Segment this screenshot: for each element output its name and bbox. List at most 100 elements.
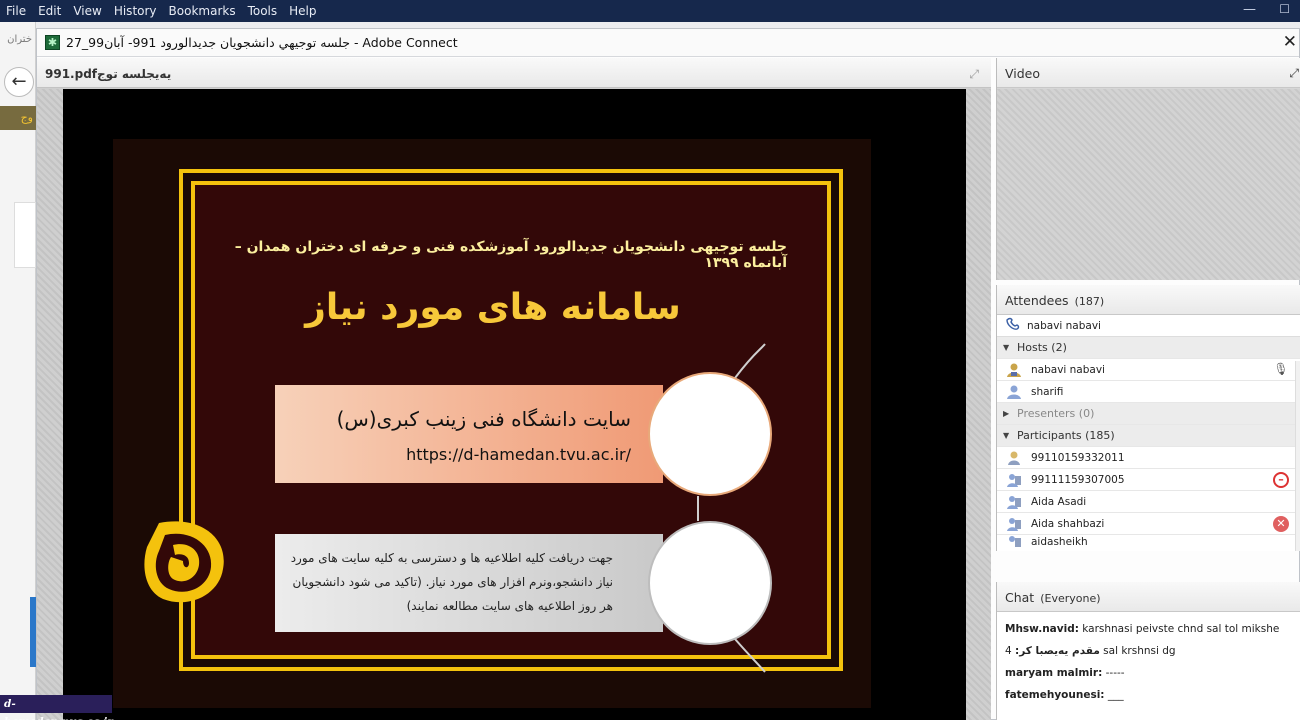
chat-message: maryam malmir: ----- <box>1005 664 1293 686</box>
group-presenters-label: Presenters (0) <box>1017 407 1095 420</box>
window-titlebar: ✱ جلسه توجيهي دانشجويان جديدالورود 991- … <box>37 29 1299 57</box>
participant-row[interactable]: Aida Asadi <box>997 491 1300 513</box>
chat-pod-header: Chat (Everyone) <box>997 582 1300 612</box>
menu-tools[interactable]: Tools <box>242 4 284 18</box>
window-title: جلسه توجيهي دانشجويان جديدالورود 991- آب… <box>66 35 458 50</box>
menu-edit[interactable]: Edit <box>32 4 67 18</box>
fullscreen-icon[interactable]: ⤢ <box>969 67 979 82</box>
attendee-row[interactable]: nabavi nabavi 🎙 <box>997 359 1300 381</box>
slide-subtitle: جلسه توجیهی دانشجویان جدیدالورود آموزشکد… <box>234 239 787 271</box>
slide-box-website-title: سایت دانشگاه فنی زینب کبری(س) <box>336 407 631 431</box>
share-pod: 991.pdfیه‌یجلسه توج ⤢ جلسه توجیهی دانشجو… <box>37 58 991 720</box>
slide-circle-top <box>648 372 772 496</box>
attendees-count: (187) <box>1074 295 1105 308</box>
slide-box-website-url: https://d-hamedan.tvu.ac.ir/ <box>406 445 631 464</box>
host-user-icon <box>1005 362 1023 378</box>
participant-user-icon <box>1005 472 1023 488</box>
university-logo <box>144 521 224 603</box>
attendee-name: sharifi <box>1031 385 1064 398</box>
menu-history[interactable]: History <box>108 4 163 18</box>
participant-user-icon <box>1005 450 1023 466</box>
menu-file[interactable]: File <box>0 4 32 18</box>
site-watermark: d-hamedan.nus.ac.ir <box>0 695 113 720</box>
chat-pod: Chat (Everyone) Mhsw.navid: karshnasi pei… <box>996 582 1300 720</box>
chat-sender: fatemehyounesi: <box>1005 689 1105 701</box>
away-status-icon: – <box>1273 472 1289 488</box>
adobe-connect-app-icon: ✱ <box>45 35 60 50</box>
participant-row[interactable]: aidasheikh <box>997 535 1300 549</box>
host-user-icon <box>1005 384 1023 400</box>
participant-name: Aida Asadi <box>1031 495 1087 508</box>
chat-message: Mhsw.navid: karshnasi peivste chnd sal t… <box>1005 620 1293 642</box>
attendees-title-text: Attendees <box>1005 293 1069 308</box>
collapse-arrow-icon: ▼ <box>1003 431 1010 440</box>
chat-text: ___ <box>1104 689 1124 701</box>
menu-bookmarks[interactable]: Bookmarks <box>163 4 242 18</box>
background-browser-page: ختران ← وج <box>0 22 36 720</box>
participant-name: Aida shahbazi <box>1031 517 1105 530</box>
phone-icon <box>1005 317 1021 334</box>
background-nav-fragment: وج <box>0 106 36 130</box>
minimize-icon[interactable]: — <box>1243 2 1256 17</box>
background-card <box>14 202 36 268</box>
chat-scope[interactable]: (Everyone) <box>1040 592 1100 605</box>
chat-pod-title: Chat (Everyone) <box>1005 590 1101 605</box>
attendee-row[interactable]: sharifi <box>997 381 1300 403</box>
disagree-status-icon: ✕ <box>1273 516 1289 532</box>
menu-view[interactable]: View <box>67 4 107 18</box>
share-pod-header: 991.pdfیه‌یجلسه توج ⤢ <box>37 58 991 88</box>
slide-box-description: جهت دریافت کلیه اطلاعیه ها و دسترسی به ک… <box>275 534 663 632</box>
share-pod-title: 991.pdfیه‌یجلسه توج <box>45 67 172 81</box>
chat-text: ----- <box>1102 667 1125 679</box>
group-presenters[interactable]: ▶ Presenters (0) <box>997 403 1300 425</box>
my-status-row[interactable]: nabavi nabavi <box>997 315 1300 337</box>
back-arrow-icon[interactable]: ← <box>4 67 34 97</box>
attendees-pod: Attendees (187) nabavi nabavi ▼ Hosts (2)… <box>996 285 1300 551</box>
attendees-pod-title: Attendees (187) <box>1005 293 1104 308</box>
chat-message: مقدم یه‌یصبا کر: 4 sal krshnsi dg <box>1005 642 1293 664</box>
group-participants-label: Participants (185) <box>1017 429 1115 442</box>
fullscreen-icon[interactable]: ⤢ <box>1289 66 1299 81</box>
chat-text: karshnasi peivste chnd sal tol mikshe <box>1078 623 1280 635</box>
expand-arrow-icon: ▶ <box>1003 409 1010 418</box>
slide-box-description-text: جهت دریافت کلیه اطلاعیه ها و دسترسی به ک… <box>290 551 613 613</box>
participant-name: aidasheikh <box>1031 536 1088 548</box>
video-area <box>997 89 1300 280</box>
participant-user-icon <box>1005 494 1023 510</box>
chat-sender: مقدم یه‌یصبا کر: <box>1015 645 1100 657</box>
participant-user-icon <box>1005 535 1023 549</box>
slide-circle-bottom <box>648 521 772 645</box>
video-pod-title: Video <box>1005 66 1041 81</box>
participant-name: 99111159307005 <box>1031 473 1125 486</box>
participant-name: 99110159332011 <box>1031 451 1125 464</box>
browser-menubar: File Edit View History Bookmarks Tools H… <box>0 0 1300 22</box>
my-name: nabavi nabavi <box>1027 319 1101 332</box>
background-tab-fragment: ختران <box>7 34 32 45</box>
attendee-name: nabavi nabavi <box>1031 363 1105 376</box>
chat-sender: Mhsw.navid: <box>1005 623 1079 635</box>
group-hosts-label: Hosts (2) <box>1017 341 1067 354</box>
slide-title: سامانه های مورد نیاز <box>305 287 681 328</box>
chat-sender: maryam malmir: <box>1005 667 1103 679</box>
video-pod-header: Video ⤢ <box>997 58 1300 88</box>
participant-row[interactable]: 99111159307005 – <box>997 469 1300 491</box>
close-icon[interactable]: ✕ <box>1283 32 1297 52</box>
attendees-pod-header: Attendees (187) <box>997 285 1300 315</box>
group-participants[interactable]: ▼ Participants (185) <box>997 425 1300 447</box>
participant-row[interactable]: Aida shahbazi ✕ <box>997 513 1300 535</box>
chat-title-text: Chat <box>1005 590 1035 605</box>
participant-row[interactable]: 99110159332011 <box>997 447 1300 469</box>
adobe-connect-window: ✱ جلسه توجيهي دانشجويان جديدالورود 991- … <box>36 28 1300 720</box>
group-hosts[interactable]: ▼ Hosts (2) <box>997 337 1300 359</box>
presentation-slide: جلسه توجیهی دانشجویان جدیدالورود آموزشکد… <box>113 139 871 708</box>
collapse-arrow-icon: ▼ <box>1003 343 1010 352</box>
maximize-icon[interactable]: ☐ <box>1279 2 1290 16</box>
chat-message: fatemehyounesi: ___ <box>1005 686 1293 708</box>
microphone-icon[interactable]: 🎙 <box>1273 362 1289 378</box>
slide-box-website: سایت دانشگاه فنی زینب کبری(س) https://d-… <box>275 385 663 483</box>
chat-messages: Mhsw.navid: karshnasi peivste chnd sal t… <box>997 612 1300 708</box>
participant-user-icon <box>1005 516 1023 532</box>
menu-help[interactable]: Help <box>283 4 322 18</box>
attendees-scrollbar[interactable] <box>1295 361 1300 551</box>
video-pod: Video ⤢ <box>996 58 1300 280</box>
